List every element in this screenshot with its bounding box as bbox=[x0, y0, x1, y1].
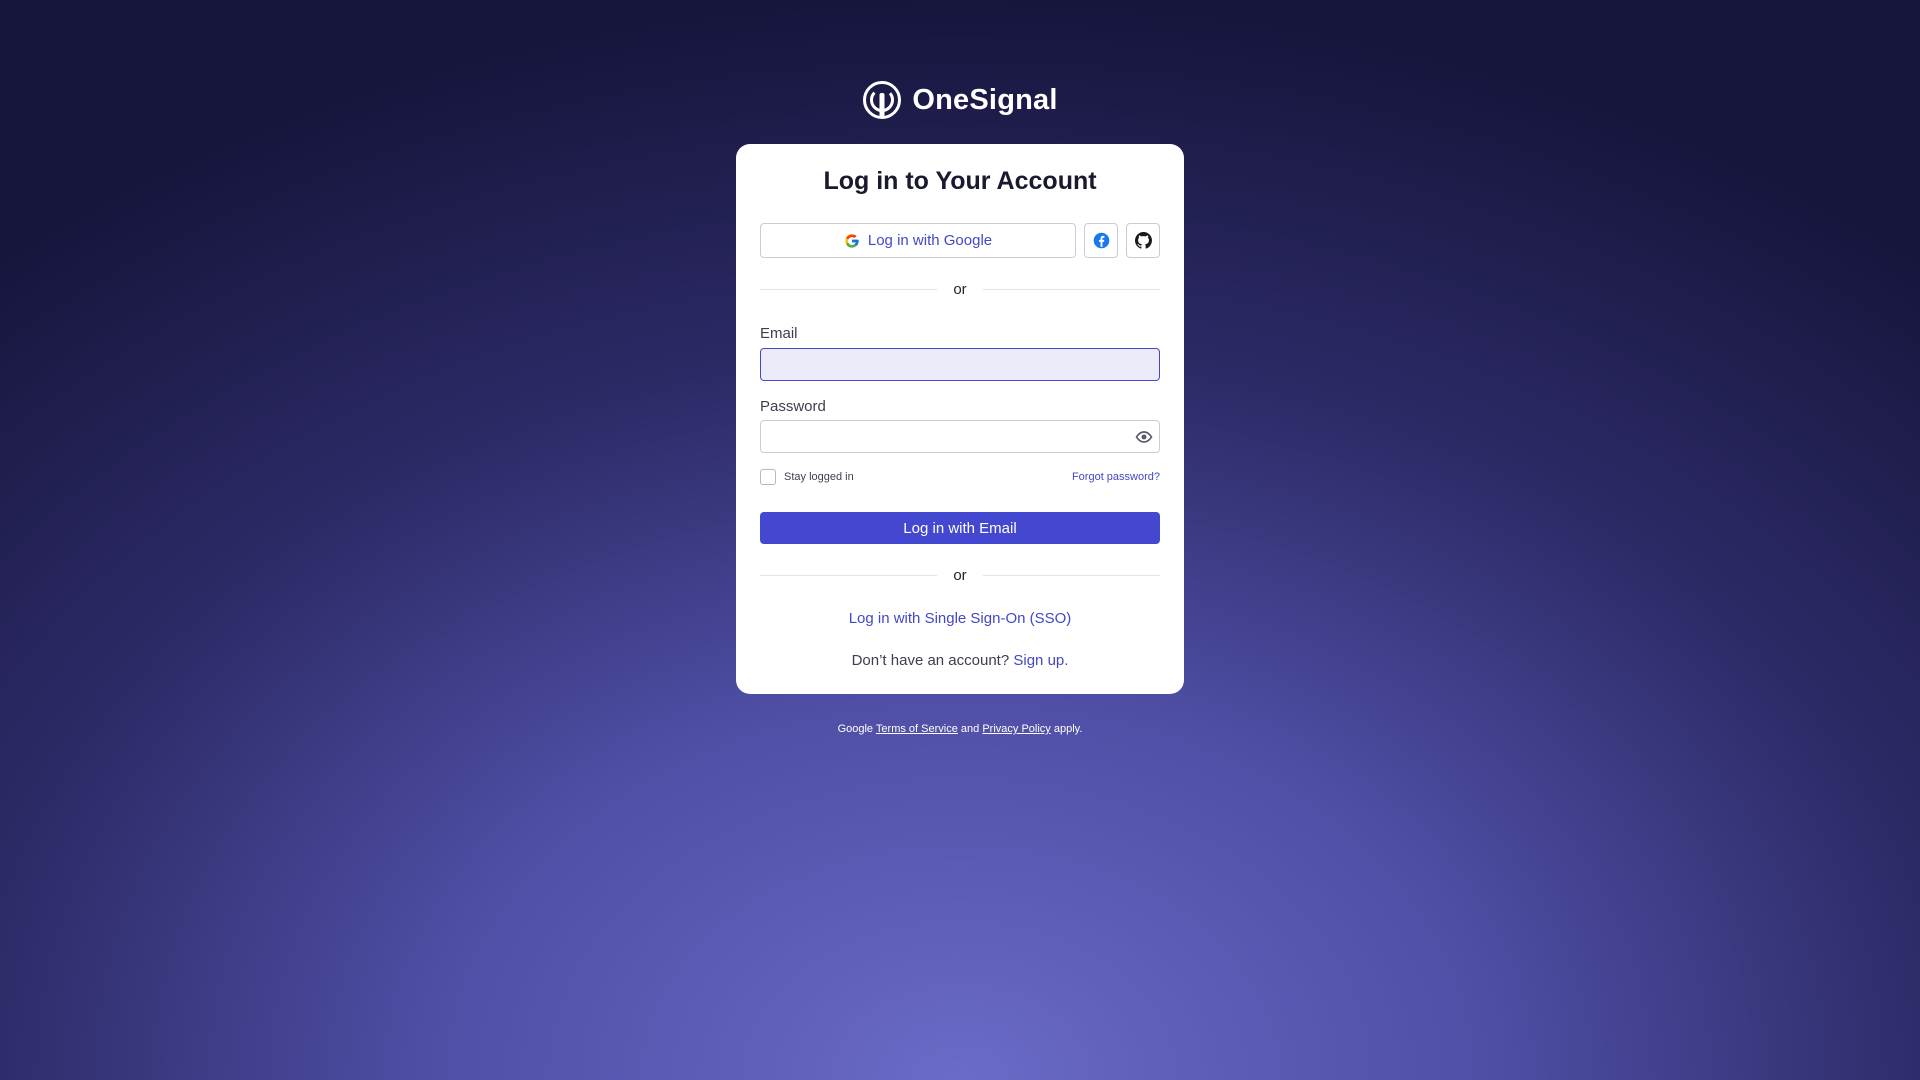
email-input[interactable] bbox=[760, 348, 1160, 381]
recaptcha-footer: Google Terms of Service and Privacy Poli… bbox=[0, 723, 1920, 735]
divider-line bbox=[982, 575, 1160, 576]
github-icon bbox=[1134, 232, 1152, 249]
email-label: Email bbox=[760, 325, 798, 342]
onesignal-logo-icon bbox=[863, 81, 902, 119]
stay-logged-in[interactable]: Stay logged in bbox=[760, 469, 854, 485]
signup-row: Don’t have an account? Sign up. bbox=[736, 652, 1184, 669]
social-login-row: Log in with Google bbox=[760, 223, 1160, 258]
divider-top: or bbox=[760, 281, 1160, 298]
stay-logged-in-label: Stay logged in bbox=[784, 471, 854, 483]
page-title: Log in to Your Account bbox=[823, 167, 1097, 195]
password-label: Password bbox=[760, 398, 826, 415]
password-input[interactable] bbox=[760, 420, 1160, 453]
signup-prompt: Don’t have an account? bbox=[851, 652, 1010, 669]
google-icon bbox=[845, 233, 859, 248]
eye-icon[interactable] bbox=[1134, 427, 1154, 447]
google-login-button[interactable]: Log in with Google bbox=[760, 223, 1076, 258]
footer-and: and bbox=[960, 723, 980, 735]
sso-row: Log in with Single Sign-On (SSO) bbox=[736, 610, 1184, 627]
google-login-label: Log in with Google bbox=[867, 232, 993, 249]
privacy-policy-link[interactable]: Privacy Policy bbox=[982, 723, 1050, 735]
login-card: Log in to Your Account Log in with Googl… bbox=[736, 144, 1184, 694]
divider-text: or bbox=[953, 281, 967, 298]
divider-text: or bbox=[953, 567, 967, 584]
divider-line bbox=[760, 289, 938, 290]
footer-prefix: Google bbox=[837, 723, 874, 735]
facebook-login-button[interactable] bbox=[1084, 223, 1118, 258]
divider-bottom: or bbox=[760, 567, 1160, 584]
email-login-button[interactable]: Log in with Email bbox=[760, 512, 1160, 544]
facebook-icon bbox=[1093, 232, 1109, 249]
footer-suffix: apply. bbox=[1053, 723, 1083, 735]
stay-logged-in-checkbox[interactable] bbox=[760, 469, 776, 485]
terms-of-service-link[interactable]: Terms of Service bbox=[876, 723, 958, 735]
brand-logo: OneSignal bbox=[0, 80, 1920, 120]
sso-login-link[interactable]: Log in with Single Sign-On (SSO) bbox=[849, 610, 1072, 627]
signup-link[interactable]: Sign up. bbox=[1013, 652, 1068, 669]
divider-line bbox=[760, 575, 938, 576]
forgot-password-link[interactable]: Forgot password? bbox=[1072, 471, 1160, 483]
github-login-button[interactable] bbox=[1126, 223, 1160, 258]
login-options-row: Stay logged in Forgot password? bbox=[760, 469, 1160, 485]
divider-line bbox=[982, 289, 1160, 290]
brand-name: OneSignal bbox=[912, 83, 1058, 116]
